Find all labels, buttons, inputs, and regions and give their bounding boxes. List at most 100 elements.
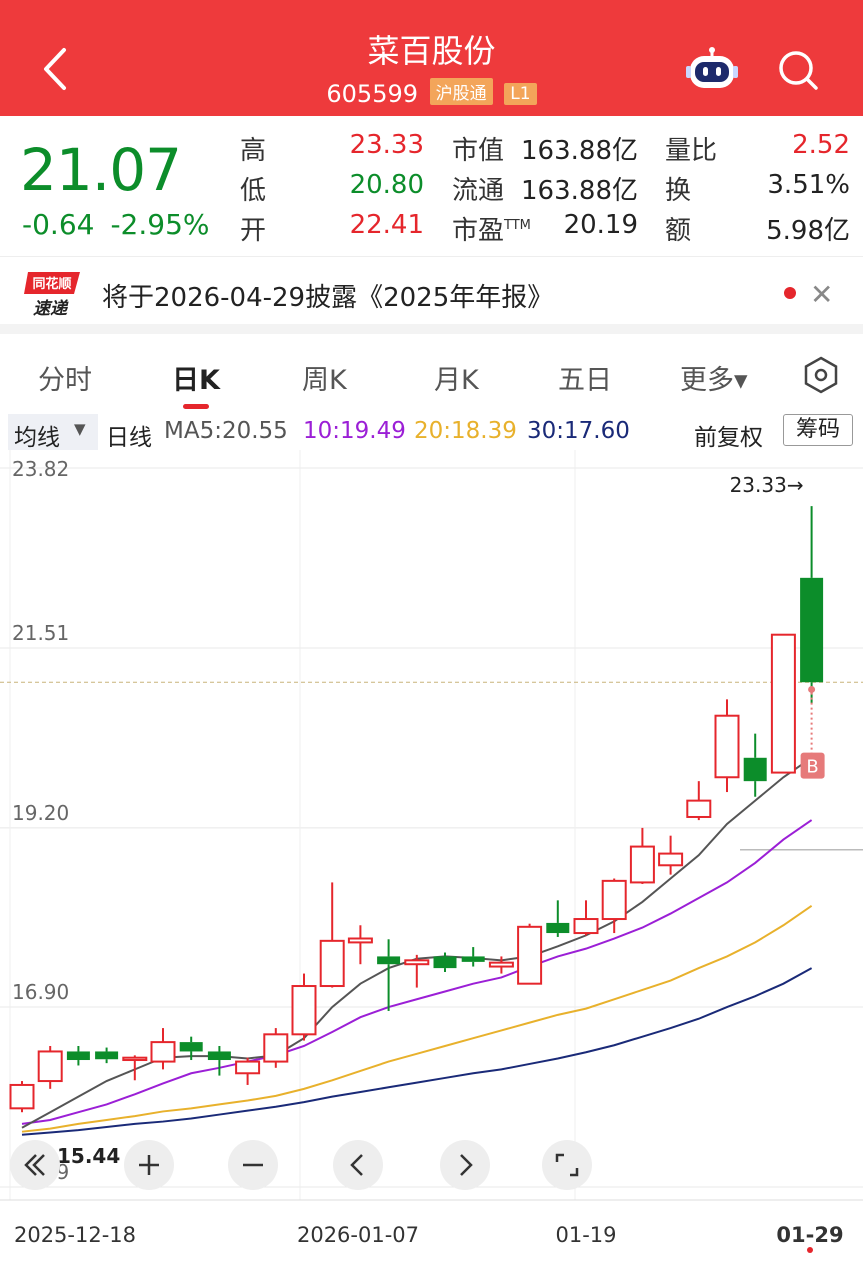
candle-body bbox=[488, 961, 514, 968]
candle-body bbox=[179, 1042, 203, 1052]
chart-labels: 23.8221.5119.2016.9014.5923.33→B15.44202… bbox=[12, 457, 844, 1253]
current-day-dot bbox=[807, 1247, 813, 1253]
candle-body bbox=[207, 1051, 231, 1061]
scroll-right-button[interactable] bbox=[440, 1140, 490, 1190]
scroll-left-button[interactable] bbox=[333, 1140, 383, 1190]
candle bbox=[658, 835, 684, 875]
logo-bottom-text: 速递 bbox=[33, 299, 69, 319]
close-icon[interactable]: ✕ bbox=[810, 278, 833, 311]
tab-more[interactable]: 更多▾ bbox=[680, 358, 748, 397]
candle-body bbox=[150, 1041, 176, 1063]
news-ticker[interactable]: 同花顺 速递 将于2026-04-29披露《2025年年报》 bbox=[0, 256, 863, 334]
adjust-mode[interactable]: 前复权 bbox=[694, 418, 763, 452]
x-tick-label: 01-29 bbox=[776, 1223, 843, 1247]
ma30-line bbox=[21, 967, 813, 1136]
tab-monthly-k[interactable]: 月K bbox=[434, 358, 479, 397]
pe-value: 20.19 bbox=[563, 210, 638, 240]
candle bbox=[743, 733, 767, 797]
amount-label: 额 bbox=[665, 216, 692, 246]
robot-assistant-icon[interactable] bbox=[686, 46, 738, 92]
turnover-value: 3.51% bbox=[767, 170, 850, 200]
x-tick-label: 2025-12-18 bbox=[14, 1223, 136, 1247]
y-tick-label: 21.51 bbox=[12, 621, 69, 645]
chips-button[interactable]: 筹码 bbox=[783, 414, 853, 446]
candle-body bbox=[743, 757, 767, 782]
candle-body bbox=[347, 937, 373, 944]
high-label: 高 bbox=[240, 136, 267, 166]
ths-express-logo-icon: 同花顺 速递 bbox=[24, 272, 80, 319]
candle-body bbox=[517, 925, 543, 985]
candle bbox=[291, 973, 317, 1041]
stock-code: 605599 bbox=[326, 80, 419, 108]
candle-body bbox=[404, 959, 430, 966]
unread-dot bbox=[784, 287, 796, 299]
candle bbox=[573, 900, 599, 936]
candle-body bbox=[263, 1033, 289, 1063]
open-label: 开 bbox=[240, 216, 267, 246]
low-label: 低 bbox=[240, 176, 267, 206]
collapse-left-button[interactable] bbox=[10, 1140, 60, 1190]
change-percent: -2.95% bbox=[110, 208, 210, 241]
tab-intraday[interactable]: 分时 bbox=[38, 358, 92, 397]
candle-body bbox=[658, 852, 684, 867]
app-header: 菜百股份 605599 沪股通 L1 bbox=[0, 0, 863, 116]
candle bbox=[95, 1047, 119, 1064]
candle-body bbox=[686, 799, 712, 818]
candle-body bbox=[629, 845, 655, 884]
mktcap-label: 市值 bbox=[452, 136, 505, 166]
candle-body bbox=[319, 939, 345, 988]
chart-settings-icon[interactable] bbox=[802, 356, 840, 394]
tab-five-day[interactable]: 五日 bbox=[558, 358, 612, 397]
candle-body bbox=[122, 1056, 148, 1062]
candle-body bbox=[573, 918, 599, 935]
zoom-in-button[interactable] bbox=[124, 1140, 174, 1190]
pe-ttm-suffix: TTM bbox=[504, 218, 531, 233]
candle-body bbox=[66, 1051, 90, 1061]
ma20-line bbox=[21, 904, 813, 1133]
candle-body bbox=[601, 879, 627, 921]
ma-period: 日线 bbox=[106, 425, 152, 451]
candle-body bbox=[433, 956, 457, 969]
ma-selector[interactable]: 均线 ▼ bbox=[8, 414, 98, 451]
x-tick-label: 01-19 bbox=[555, 1223, 616, 1247]
hgt-badge: 沪股通 bbox=[429, 78, 493, 105]
candle-body bbox=[235, 1060, 261, 1075]
candle-body bbox=[37, 1050, 63, 1083]
candle bbox=[37, 1046, 63, 1089]
y-tick-label: 23.82 bbox=[12, 457, 69, 481]
candle-body bbox=[714, 714, 740, 779]
search-icon[interactable] bbox=[776, 48, 820, 92]
double-chevron-left-icon bbox=[24, 1154, 45, 1176]
candles bbox=[9, 506, 824, 1113]
logo-top-text: 同花顺 bbox=[32, 276, 71, 292]
minus-icon bbox=[243, 1163, 263, 1167]
news-text[interactable]: 将于2026-04-29披露《2025年年报》 bbox=[102, 277, 553, 314]
zoom-out-button[interactable] bbox=[228, 1140, 278, 1190]
candle bbox=[800, 506, 824, 704]
chevron-left-icon bbox=[350, 1154, 363, 1176]
candle bbox=[629, 827, 655, 884]
x-tick-label: 2026-01-07 bbox=[297, 1223, 419, 1247]
chart-grid bbox=[0, 450, 863, 1201]
candle bbox=[714, 699, 740, 793]
float-value: 163.88亿 bbox=[521, 176, 638, 206]
tab-daily-k[interactable]: 日K bbox=[172, 358, 220, 397]
period-tabs: 分时 日K 周K 月K 五日 更多▾ bbox=[0, 344, 863, 410]
candle bbox=[404, 954, 430, 988]
mktcap-value: 163.88亿 bbox=[521, 136, 638, 166]
min-price-label: 15.44 bbox=[57, 1144, 120, 1168]
candle-body bbox=[546, 922, 570, 934]
candle-body bbox=[377, 956, 401, 965]
fullscreen-button[interactable] bbox=[542, 1140, 592, 1190]
current-price: 21.07 bbox=[20, 136, 182, 204]
candle bbox=[150, 1028, 176, 1070]
tab-weekly-k[interactable]: 周K bbox=[302, 358, 347, 397]
candle bbox=[461, 947, 485, 967]
candle-body bbox=[461, 956, 485, 962]
y-tick-label: 16.90 bbox=[12, 980, 69, 1004]
price-change: -0.64 -2.95% bbox=[22, 208, 226, 241]
active-tab-indicator bbox=[183, 404, 209, 409]
candle bbox=[347, 925, 373, 965]
high-value: 23.33 bbox=[349, 130, 424, 160]
candle bbox=[9, 1081, 35, 1113]
